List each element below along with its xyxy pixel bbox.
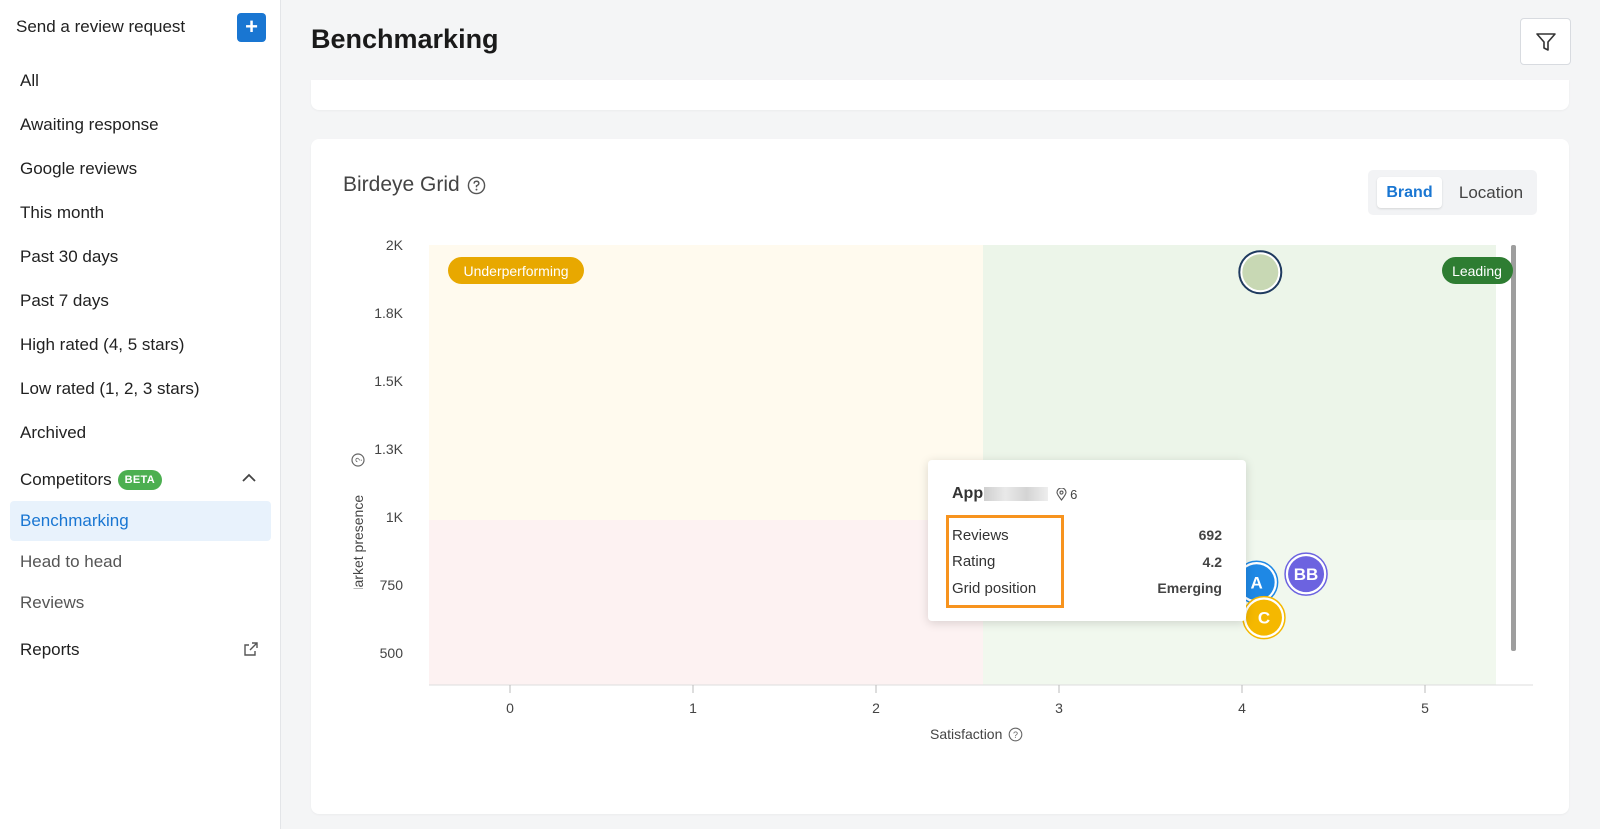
- y-tick-label: 1.8K: [374, 305, 403, 321]
- beta-badge: BETA: [117, 470, 162, 490]
- sidebar-item-awaiting-response[interactable]: Awaiting response: [0, 103, 281, 147]
- chart-point-logo[interactable]: [1238, 250, 1283, 295]
- underperforming-label-group: Underperforming: [448, 257, 584, 284]
- sidebar: Send a review request + All Awaiting res…: [0, 0, 281, 829]
- point-fill: [1242, 254, 1279, 291]
- tooltip-business-name: App 6: [952, 485, 1077, 503]
- external-link-icon: [244, 642, 258, 656]
- x-tick-label: 5: [1421, 700, 1429, 716]
- y-tick-label: 1K: [386, 509, 404, 525]
- point-label: A: [1250, 573, 1262, 592]
- y-help-icon-glyph: ?: [354, 457, 364, 462]
- x-tick-label: 0: [506, 700, 514, 716]
- sidebar-item-google-reviews[interactable]: Google reviews: [0, 147, 281, 191]
- y-axis-label: Market presence: [350, 495, 366, 589]
- quadrant-bottom-left: [429, 520, 983, 685]
- sidebar-item-past-7-days[interactable]: Past 7 days: [0, 279, 281, 323]
- y-tick-label: 1.3K: [374, 441, 403, 457]
- x-axis-label: Satisfaction: [930, 726, 1003, 742]
- grid-title-text: Birdeye Grid: [343, 173, 460, 196]
- chart-scrollbar: [1511, 245, 1516, 651]
- blurred-name: [984, 487, 1049, 501]
- reports-label: Reports: [20, 640, 80, 659]
- sidebar-item-this-month[interactable]: This month: [0, 191, 281, 235]
- x-tick-label: 2: [872, 700, 880, 716]
- sidebar-item-head-to-head[interactable]: Head to head: [10, 541, 271, 582]
- send-review-request-label[interactable]: Send a review request: [16, 17, 185, 37]
- chart-point-bb[interactable]: BB: [1284, 552, 1328, 596]
- chart-tooltip: App 6 Reviews 692 Rating 4.2 Grid positi…: [928, 460, 1246, 621]
- x-tick-label: 3: [1055, 700, 1063, 716]
- svg-text:?: ?: [1013, 730, 1018, 740]
- sidebar-item-archived[interactable]: Archived: [0, 411, 281, 455]
- sidebar-item-low-rated[interactable]: Low rated (1, 2, 3 stars): [0, 367, 281, 411]
- y-tick-label: 750: [380, 577, 404, 593]
- tooltip-name-prefix: App: [952, 485, 984, 502]
- tooltip-value: Emerging: [1157, 580, 1222, 597]
- sidebar-item-benchmarking[interactable]: Benchmarking: [10, 501, 271, 541]
- x-tick-label: 1: [689, 700, 697, 716]
- x-axis-ticks: 0 1 2 3 4 5: [506, 700, 1429, 716]
- y-tick-label: 500: [380, 645, 404, 661]
- grid-title: Birdeye Grid: [343, 173, 486, 197]
- previous-card-bottom: [311, 80, 1569, 110]
- send-review-request-row[interactable]: Send a review request +: [16, 12, 266, 42]
- location-count: 6: [1056, 487, 1077, 502]
- x-tick-label: 4: [1238, 700, 1246, 716]
- leading-label: Leading: [1452, 263, 1502, 279]
- leading-label-group: Leading: [1442, 257, 1513, 284]
- add-review-request-button[interactable]: +: [237, 12, 266, 42]
- competitors-sub-list: Benchmarking Head to head Reviews: [10, 501, 271, 623]
- y-axis-title: Market presence ?: [350, 453, 366, 589]
- help-icon[interactable]: [467, 176, 486, 195]
- x-help-icon[interactable]: ?: [1008, 727, 1023, 742]
- sidebar-item-past-30-days[interactable]: Past 30 days: [0, 235, 281, 279]
- competitors-section-toggle[interactable]: Competitors BETA: [0, 460, 281, 500]
- tooltip-value: 4.2: [1202, 553, 1222, 570]
- sidebar-item-high-rated[interactable]: High rated (4, 5 stars): [0, 323, 281, 367]
- brand-location-toggle: Brand Location: [1368, 170, 1537, 215]
- competitors-label: Competitors: [20, 470, 112, 489]
- point-label: BB: [1294, 565, 1319, 584]
- sidebar-item-reviews[interactable]: Reviews: [10, 582, 271, 623]
- y-tick-label: 2K: [386, 237, 404, 253]
- page-title: Benchmarking: [311, 24, 499, 54]
- filter-list: All Awaiting response Google reviews Thi…: [0, 59, 281, 455]
- filter-button[interactable]: [1520, 18, 1571, 65]
- underperforming-label: Underperforming: [463, 263, 568, 279]
- location-pin-icon: [1056, 487, 1067, 501]
- quadrant-underperforming: [429, 245, 983, 520]
- y-tick-label: 1.5K: [374, 373, 403, 389]
- highlight-box: [946, 515, 1064, 608]
- chart-point-c[interactable]: C: [1242, 595, 1286, 640]
- sidebar-item-all[interactable]: All: [0, 59, 281, 103]
- tab-brand[interactable]: Brand: [1377, 177, 1442, 208]
- chevron-up-icon[interactable]: [239, 468, 259, 488]
- x-axis-title: Satisfaction ?: [930, 726, 1023, 742]
- tooltip-value: 692: [1198, 527, 1222, 544]
- filter-icon: [1535, 32, 1556, 51]
- point-label: C: [1258, 609, 1270, 628]
- location-count-value: 6: [1070, 486, 1078, 502]
- tab-location[interactable]: Location: [1452, 177, 1530, 208]
- sidebar-item-reports[interactable]: Reports: [0, 630, 281, 670]
